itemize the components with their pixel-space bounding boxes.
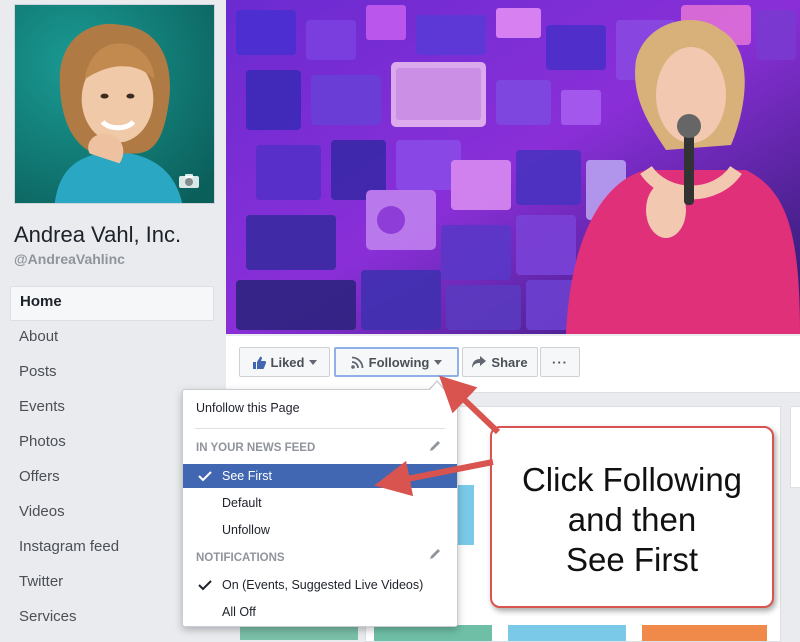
cover-photo-image	[226, 0, 800, 334]
following-dropdown-menu: Unfollow this Page IN YOUR NEWS FEED See…	[182, 389, 458, 627]
annotation-callout: Click Following and then See First	[490, 426, 774, 608]
all-off-item[interactable]: All Off	[183, 600, 457, 624]
nav-item-posts[interactable]: Posts	[10, 356, 214, 391]
camera-icon[interactable]	[178, 173, 200, 189]
annotation-line-3: See First	[565, 541, 699, 578]
chevron-down-icon	[434, 359, 443, 365]
thumbs-up-icon	[252, 356, 266, 369]
share-arrow-icon	[472, 356, 487, 368]
annotation-text: Click Following and then See First	[492, 460, 772, 580]
share-button[interactable]: Share	[462, 347, 538, 377]
default-label: Default	[222, 496, 262, 510]
more-options-button[interactable]: ···	[540, 347, 580, 377]
liked-label: Liked	[270, 354, 305, 370]
checkmark-icon	[198, 471, 212, 482]
all-off-label: All Off	[222, 605, 256, 619]
rss-icon	[350, 356, 364, 369]
page-name[interactable]: Andrea Vahl, Inc.	[14, 222, 181, 248]
unfollow-page-label: Unfollow this Page	[196, 401, 300, 415]
pencil-icon[interactable]	[429, 440, 441, 452]
nav-item-about[interactable]: About	[10, 321, 214, 356]
unfollow-label: Unfollow	[222, 523, 270, 537]
notifications-header: NOTIFICATIONS	[196, 552, 285, 564]
see-first-label: See First	[222, 469, 273, 483]
unfollow-page-item[interactable]: Unfollow this Page	[183, 396, 457, 420]
cover-photo[interactable]	[226, 0, 800, 334]
unfollow-item[interactable]: Unfollow	[183, 518, 457, 542]
chevron-down-icon	[309, 359, 318, 365]
dropdown-pointer-inner	[429, 382, 445, 391]
card-thumbnail	[642, 625, 767, 641]
see-first-item[interactable]: See First	[183, 464, 457, 488]
annotation-line-2: and then	[567, 501, 697, 538]
liked-button[interactable]: Liked	[239, 347, 330, 377]
card-thumbnail	[374, 625, 492, 641]
annotation-line-1: Click Following	[521, 461, 743, 498]
notifications-on-label: On (Events, Suggested Live Videos)	[222, 578, 424, 592]
page-handle[interactable]: @AndreaVahlinc	[14, 251, 125, 267]
card-thumbnail	[508, 625, 626, 641]
checkmark-icon	[198, 580, 212, 591]
share-label: Share	[491, 354, 528, 370]
page-action-bar: Liked Following Share ···	[226, 336, 800, 393]
side-card	[790, 406, 800, 488]
divider	[195, 428, 445, 429]
pencil-icon[interactable]	[429, 548, 441, 560]
following-button[interactable]: Following	[334, 347, 459, 377]
default-item[interactable]: Default	[183, 491, 457, 515]
notifications-on-item[interactable]: On (Events, Suggested Live Videos)	[183, 573, 457, 597]
nav-item-home[interactable]: Home	[10, 286, 214, 321]
news-feed-header: IN YOUR NEWS FEED	[196, 442, 316, 454]
profile-picture[interactable]	[14, 4, 215, 204]
following-label: Following	[368, 354, 430, 370]
